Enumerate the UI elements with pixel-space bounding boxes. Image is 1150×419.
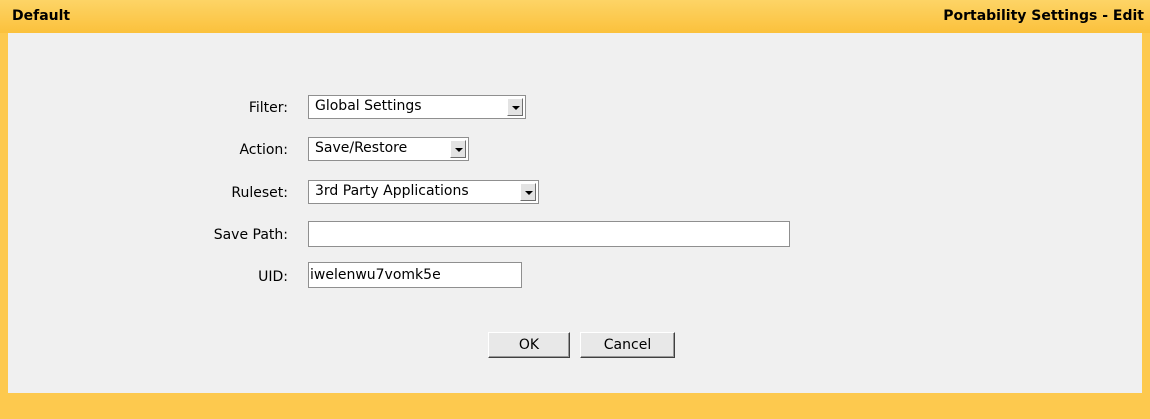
save-path-input[interactable] xyxy=(308,221,790,247)
filter-select[interactable]: Global Settings xyxy=(308,95,526,119)
ruleset-value: 3rd Party Applications xyxy=(315,183,469,199)
form-area: Filter: Global Settings Action: Save/Res… xyxy=(8,33,1142,393)
uid-input[interactable]: iwelenwu7vomk5e xyxy=(308,262,522,288)
chevron-down-icon[interactable] xyxy=(520,183,536,201)
page-title: Portability Settings - Edit xyxy=(943,8,1144,24)
action-label: Action: xyxy=(239,142,288,158)
cancel-button[interactable]: Cancel xyxy=(580,332,675,358)
filter-label: Filter: xyxy=(248,100,288,116)
chevron-down-icon[interactable] xyxy=(450,140,466,158)
save-path-label: Save Path: xyxy=(213,227,288,243)
panel-title-default: Default xyxy=(12,8,71,24)
ruleset-label: Ruleset: xyxy=(231,185,288,201)
chevron-down-icon[interactable] xyxy=(507,98,523,116)
title-bar: Default Portability Settings - Edit xyxy=(0,0,1150,33)
action-select[interactable]: Save/Restore xyxy=(308,137,469,161)
filter-value: Global Settings xyxy=(315,98,422,114)
action-value: Save/Restore xyxy=(315,140,408,156)
uid-label: UID: xyxy=(258,269,288,285)
ok-button[interactable]: OK xyxy=(488,332,570,358)
portability-settings-panel: Default Portability Settings - Edit Filt… xyxy=(0,0,1150,419)
ruleset-select[interactable]: 3rd Party Applications xyxy=(308,180,539,204)
